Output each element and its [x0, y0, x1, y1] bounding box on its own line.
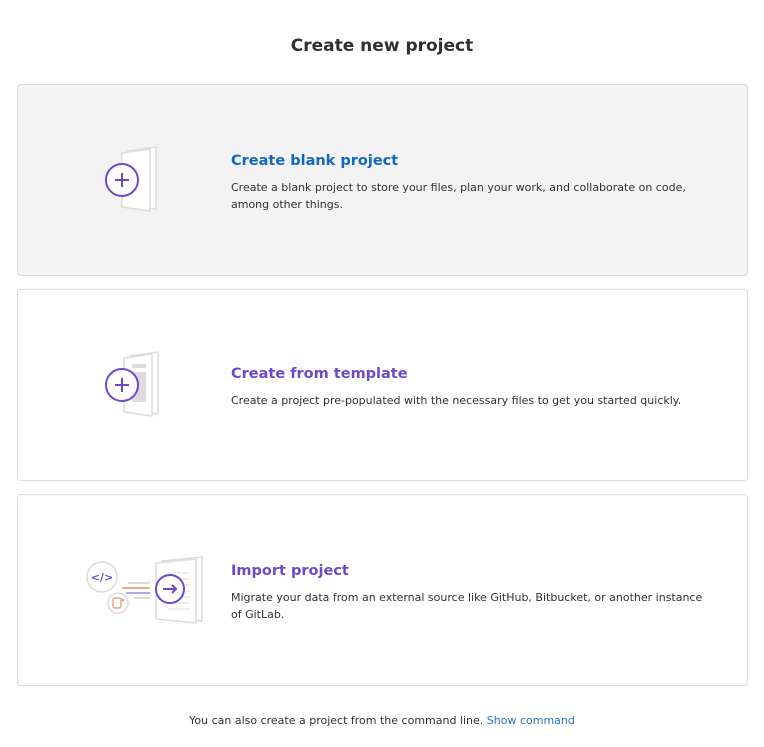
import-project-description: Migrate your data from an external sourc…: [231, 591, 703, 621]
create-from-template-title[interactable]: Create from template: [231, 366, 408, 382]
create-blank-project-description: Create a blank project to store your fil…: [231, 181, 686, 211]
blank-project-illustration-icon: [105, 146, 157, 212]
import-illustration-icon: </>: [86, 556, 203, 624]
show-command-link[interactable]: Show command: [487, 714, 575, 727]
create-blank-project-card[interactable]: Create blank project Create a blank proj…: [17, 84, 748, 276]
create-from-template-card[interactable]: Create from template Create a project pr…: [17, 289, 748, 481]
import-project-card[interactable]: </> Import project Migrate your data fro…: [17, 494, 748, 686]
page-title: Create new project: [290, 36, 474, 56]
template-illustration-icon: [105, 351, 159, 417]
create-from-template-description: Create a project pre-populated with the …: [231, 394, 682, 407]
create-blank-project-title[interactable]: Create blank project: [231, 153, 398, 169]
command-line-hint: You can also create a project from the c…: [0, 714, 764, 727]
command-line-hint-text: You can also create a project from the c…: [189, 714, 484, 727]
import-project-title[interactable]: Import project: [231, 563, 349, 579]
svg-text:</>: </>: [91, 571, 113, 584]
